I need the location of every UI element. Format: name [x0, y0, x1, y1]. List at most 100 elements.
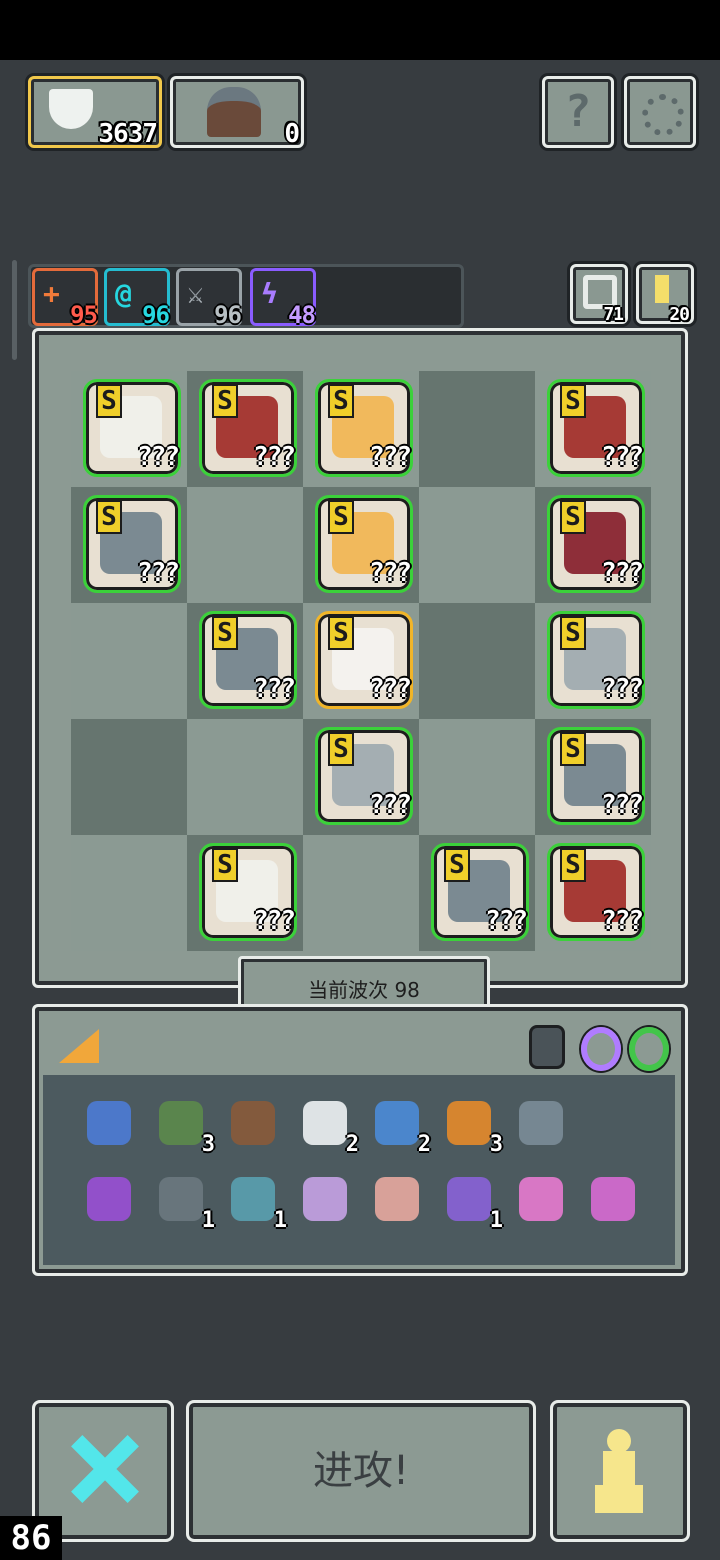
- arrow-item[interactable]: [513, 1171, 569, 1227]
- rank-badge: S: [562, 734, 584, 764]
- hammer-stand-item[interactable]: [513, 1095, 569, 1151]
- key-button[interactable]: 20: [636, 264, 694, 325]
- hood-red-unit[interactable]: S???: [547, 495, 645, 593]
- settings-button[interactable]: [624, 76, 696, 148]
- unit-label: ???: [253, 442, 296, 472]
- green-hood-item[interactable]: 3: [153, 1095, 215, 1157]
- ring-purple-icon[interactable]: [581, 1027, 621, 1071]
- board-cell[interactable]: [419, 603, 535, 719]
- goggles-item[interactable]: [81, 1095, 137, 1151]
- unit-label: ???: [485, 906, 528, 936]
- stat-speed-value: 48: [288, 301, 316, 329]
- helmet-item[interactable]: 1: [153, 1171, 215, 1233]
- arrow-icon: [519, 1177, 563, 1221]
- rune-frame-item[interactable]: [225, 1095, 281, 1151]
- board-cell[interactable]: [71, 603, 187, 719]
- rank-badge: S: [562, 502, 584, 532]
- scroll-indicator: [12, 260, 17, 360]
- knight-helm-unit[interactable]: S???: [199, 611, 297, 709]
- priestess-white-unit[interactable]: S???: [315, 611, 413, 709]
- board-cell[interactable]: [419, 371, 535, 487]
- board-cell[interactable]: S???: [71, 487, 187, 603]
- lightning-icon: ϟ: [261, 277, 278, 310]
- board-cell[interactable]: S???: [187, 835, 303, 951]
- item-count: 3: [489, 1132, 503, 1157]
- helmet-icon: [159, 1177, 203, 1221]
- helmet-icon: [207, 87, 261, 137]
- fist-item[interactable]: [369, 1171, 425, 1227]
- unit-label: ???: [369, 558, 412, 588]
- wave-label: 当前波次 98: [308, 978, 420, 1002]
- king-mage-unit[interactable]: S???: [199, 843, 297, 941]
- rank-badge: S: [562, 618, 584, 648]
- board-cell[interactable]: S???: [535, 371, 651, 487]
- board-cell[interactable]: S???: [303, 371, 419, 487]
- wings-item[interactable]: 2: [297, 1095, 359, 1157]
- board-cell[interactable]: [419, 487, 535, 603]
- inventory-tab[interactable]: [47, 1017, 207, 1075]
- unit-label: ???: [253, 674, 296, 704]
- wings-icon: [303, 1101, 347, 1145]
- ship-item[interactable]: 1: [225, 1171, 287, 1233]
- board-cell[interactable]: S???: [535, 719, 651, 835]
- king-mage-unit[interactable]: S???: [83, 379, 181, 477]
- board-cell[interactable]: [187, 719, 303, 835]
- pawn-button[interactable]: [550, 1400, 690, 1542]
- refresh-button[interactable]: 71: [570, 264, 628, 325]
- knight-helm-unit[interactable]: S???: [547, 727, 645, 825]
- board-cell[interactable]: S???: [419, 835, 535, 951]
- board-cell[interactable]: S???: [187, 371, 303, 487]
- resource-helmets[interactable]: 0: [170, 76, 304, 149]
- ring-green-icon[interactable]: [629, 1027, 669, 1071]
- blue-crossbow-item[interactable]: 2: [369, 1095, 431, 1157]
- unit-label: ???: [137, 442, 180, 472]
- sword-icon: ⚔: [187, 277, 204, 310]
- board-cell[interactable]: [419, 719, 535, 835]
- girl-gray-unit[interactable]: S???: [547, 611, 645, 709]
- unit-label: ???: [369, 790, 412, 820]
- golem-orange-unit[interactable]: S???: [315, 379, 413, 477]
- warrior-red-unit[interactable]: S???: [199, 379, 297, 477]
- board-cell[interactable]: S???: [303, 603, 419, 719]
- board-cell[interactable]: S???: [535, 835, 651, 951]
- armor-icon[interactable]: [529, 1025, 565, 1069]
- warrior-red-unit[interactable]: S???: [547, 379, 645, 477]
- board-cell[interactable]: [71, 835, 187, 951]
- item-count: 3: [201, 1132, 215, 1157]
- rank-badge: S: [214, 850, 236, 880]
- mana-swirl-icon: @: [115, 277, 132, 310]
- stat-attack: ⚔ 96: [176, 268, 242, 329]
- board-cell[interactable]: S???: [187, 603, 303, 719]
- board-cell[interactable]: S???: [535, 603, 651, 719]
- inventory-panel: 3 2 2 3 1 1 1: [32, 1004, 688, 1276]
- item-count: 2: [345, 1132, 359, 1157]
- purple-scepter-item[interactable]: [81, 1171, 137, 1227]
- help-button[interactable]: ?: [542, 76, 614, 148]
- orange-orb-item[interactable]: 3: [441, 1095, 503, 1157]
- knight-helm-unit[interactable]: S???: [431, 843, 529, 941]
- board-cell[interactable]: S???: [303, 487, 419, 603]
- item-count: 1: [489, 1208, 503, 1233]
- board-cell[interactable]: S???: [303, 719, 419, 835]
- attack-button[interactable]: 进攻!: [186, 1400, 536, 1542]
- item-count: 2: [417, 1132, 431, 1157]
- board-cell[interactable]: [303, 835, 419, 951]
- golem-orange-unit[interactable]: S???: [315, 495, 413, 593]
- board-cell[interactable]: [71, 719, 187, 835]
- orange-orb-icon: [447, 1101, 491, 1145]
- resource-gems[interactable]: 3637: [28, 76, 162, 149]
- board-cell[interactable]: S???: [71, 371, 187, 487]
- girl-gray-unit[interactable]: S???: [315, 727, 413, 825]
- board-grid: S??? S??? S??? S??? S??? S??? S??? S??? S??? S???…: [71, 371, 651, 951]
- knight-helm-unit[interactable]: S???: [83, 495, 181, 593]
- board-cell[interactable]: [187, 487, 303, 603]
- warrior-red-unit[interactable]: S???: [547, 843, 645, 941]
- dagger-item[interactable]: [297, 1171, 353, 1227]
- stat-mana-value: 96: [142, 301, 170, 329]
- potion-jar-item[interactable]: 1: [441, 1171, 503, 1233]
- status-bar: [0, 0, 720, 60]
- pink-blade-item[interactable]: [585, 1171, 641, 1227]
- unit-label: ???: [601, 442, 644, 472]
- unit-label: ???: [369, 442, 412, 472]
- board-cell[interactable]: S???: [535, 487, 651, 603]
